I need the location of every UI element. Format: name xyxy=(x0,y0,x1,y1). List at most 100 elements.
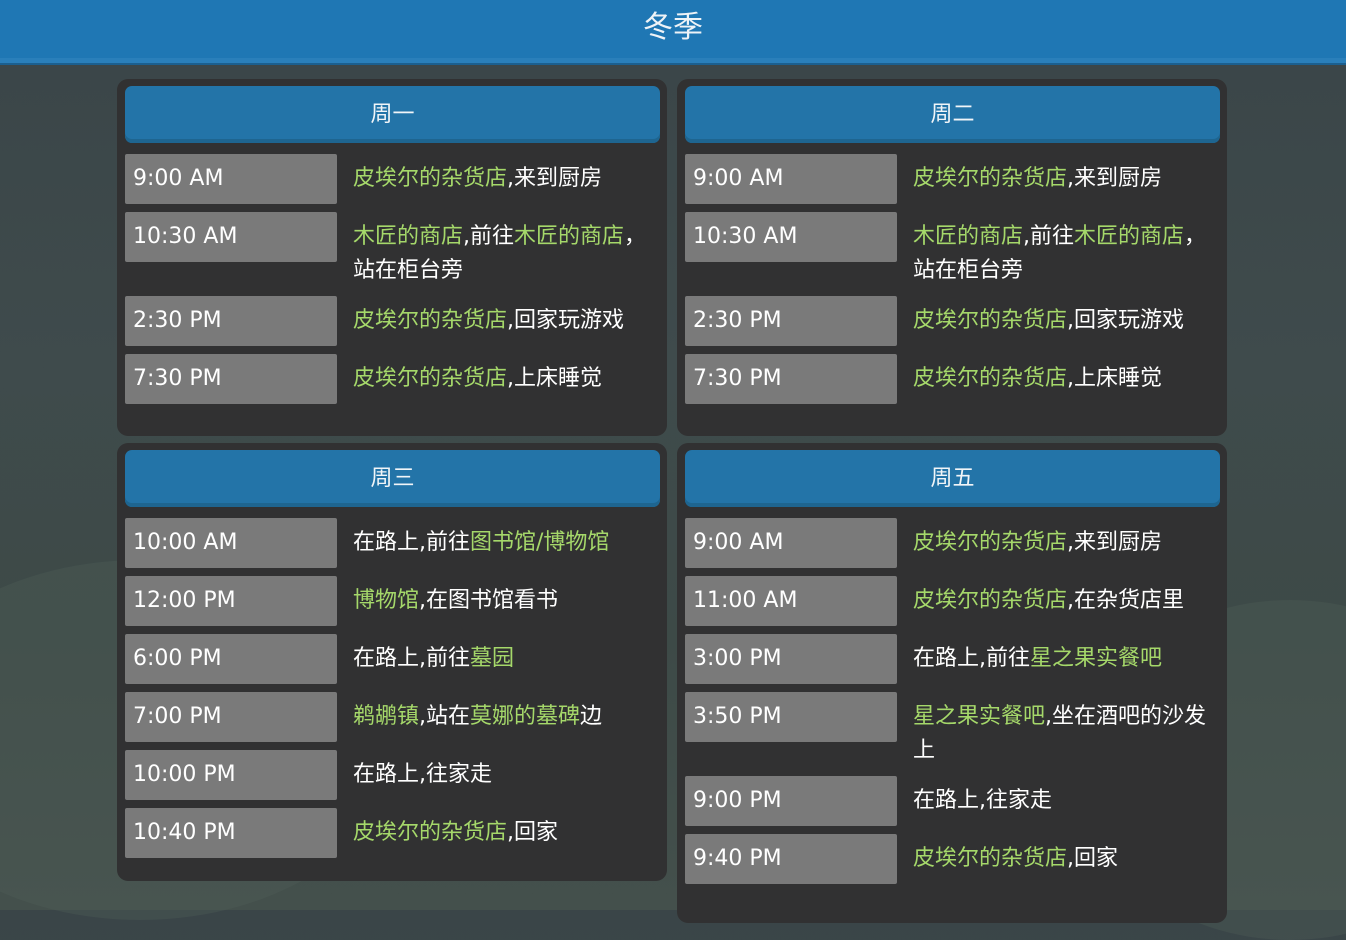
location-name: 皮埃尔的杂货店 xyxy=(353,308,508,333)
event-description: 博物馆,在图书馆看书 xyxy=(353,576,660,626)
event-text: ,站在 xyxy=(419,704,471,729)
day-header: 周五 xyxy=(685,450,1220,507)
time-label: 9:00 PM xyxy=(685,776,897,826)
location-name: 博物馆 xyxy=(353,588,420,613)
event-text: 在路上,往家走 xyxy=(353,762,492,787)
event-description: 皮埃尔的杂货店,回家玩游戏 xyxy=(913,296,1220,346)
event-description: 鹈鹕镇,站在莫娜的墓碑边 xyxy=(353,692,660,742)
event-text: ,上床睡觉 xyxy=(1067,366,1163,391)
schedule-row: 10:30 AM 木匠的商店,前往木匠的商店，站在柜台旁 xyxy=(685,212,1220,288)
location-name: 图书馆/博物馆 xyxy=(470,530,610,555)
schedule-row: 7:30 PM 皮埃尔的杂货店,上床睡觉 xyxy=(685,354,1220,404)
event-description: 皮埃尔的杂货店,来到厨房 xyxy=(913,518,1220,568)
time-label: 7:00 PM xyxy=(125,692,337,742)
event-text: 在路上,前往 xyxy=(353,646,470,671)
location-name: 皮埃尔的杂货店 xyxy=(353,366,508,391)
location-name: 木匠的商店 xyxy=(913,224,1024,249)
time-label: 7:30 PM xyxy=(125,354,337,404)
schedule-list: 9:00 AM 皮埃尔的杂货店,来到厨房 10:30 AM 木匠的商店,前往木匠的商店… xyxy=(685,154,1220,404)
event-text: ,来到厨房 xyxy=(1067,530,1163,555)
time-label: 2:30 PM xyxy=(685,296,897,346)
time-label: 10:30 AM xyxy=(685,212,897,262)
time-label: 3:00 PM xyxy=(685,634,897,684)
location-name: 鹈鹕镇 xyxy=(353,704,420,729)
schedule-row: 12:00 PM 博物馆,在图书馆看书 xyxy=(125,576,660,626)
season-title: 冬季 xyxy=(0,0,1346,63)
event-text: ,来到厨房 xyxy=(1067,166,1163,191)
location-name: 墓园 xyxy=(470,646,515,671)
location-name: 星之果实餐吧 xyxy=(1030,646,1163,671)
event-description: 皮埃尔的杂货店,在杂货店里 xyxy=(913,576,1220,626)
day-header: 周三 xyxy=(125,450,660,507)
event-description: 皮埃尔的杂货店,上床睡觉 xyxy=(353,354,660,404)
schedule-row: 10:00 PM 在路上,往家走 xyxy=(125,750,660,800)
event-text: ,前往 xyxy=(463,224,515,249)
location-name: 皮埃尔的杂货店 xyxy=(913,366,1068,391)
schedule-row: 9:40 PM 皮埃尔的杂货店,回家 xyxy=(685,834,1220,884)
time-label: 10:30 AM xyxy=(125,212,337,262)
schedule-row: 7:30 PM 皮埃尔的杂货店,上床睡觉 xyxy=(125,354,660,404)
day-header: 周二 xyxy=(685,86,1220,143)
location-name: 木匠的商店 xyxy=(1074,224,1185,249)
time-label: 10:00 AM xyxy=(125,518,337,568)
event-description: 木匠的商店,前往木匠的商店，站在柜台旁 xyxy=(353,212,660,288)
location-name: 皮埃尔的杂货店 xyxy=(913,530,1068,555)
schedule-row: 6:00 PM 在路上,前往墓园 xyxy=(125,634,660,684)
schedule-row: 2:30 PM 皮埃尔的杂货店,回家玩游戏 xyxy=(685,296,1220,346)
location-name: 木匠的商店 xyxy=(353,224,464,249)
time-label: 2:30 PM xyxy=(125,296,337,346)
event-description: 在路上,前往图书馆/博物馆 xyxy=(353,518,660,568)
schedule-row: 9:00 AM 皮埃尔的杂货店,来到厨房 xyxy=(125,154,660,204)
event-description: 在路上,前往星之果实餐吧 xyxy=(913,634,1220,684)
location-name: 皮埃尔的杂货店 xyxy=(913,846,1068,871)
time-label: 10:40 PM xyxy=(125,808,337,858)
day-header: 周一 xyxy=(125,86,660,143)
location-name: 皮埃尔的杂货店 xyxy=(913,166,1068,191)
event-description: 在路上,往家走 xyxy=(913,776,1220,826)
schedule-list: 10:00 AM 在路上,前往图书馆/博物馆 12:00 PM 博物馆,在图书馆看书 6… xyxy=(125,518,660,858)
day-card-monday: 周一 9:00 AM 皮埃尔的杂货店,来到厨房 10:30 AM 木匠的商店,前往木匠… xyxy=(117,79,667,436)
event-description: 木匠的商店,前往木匠的商店，站在柜台旁 xyxy=(913,212,1220,288)
event-text: 在路上,往家走 xyxy=(913,788,1052,813)
schedule-list: 9:00 AM 皮埃尔的杂货店,来到厨房 11:00 AM 皮埃尔的杂货店,在杂货店里… xyxy=(685,518,1220,884)
time-label: 9:00 AM xyxy=(685,518,897,568)
time-label: 9:00 AM xyxy=(125,154,337,204)
schedule-row: 3:00 PM 在路上,前往星之果实餐吧 xyxy=(685,634,1220,684)
time-label: 6:00 PM xyxy=(125,634,337,684)
time-label: 11:00 AM xyxy=(685,576,897,626)
event-description: 皮埃尔的杂货店,回家 xyxy=(353,808,660,858)
event-text: ,回家玩游戏 xyxy=(1067,308,1185,333)
day-card-tuesday: 周二 9:00 AM 皮埃尔的杂货店,来到厨房 10:30 AM 木匠的商店,前往木匠… xyxy=(677,79,1227,436)
event-description: 星之果实餐吧,坐在酒吧的沙发上 xyxy=(913,692,1220,768)
day-card-wednesday: 周三 10:00 AM 在路上,前往图书馆/博物馆 12:00 PM 博物馆,在图书馆… xyxy=(117,443,667,881)
event-text: ,回家玩游戏 xyxy=(507,308,625,333)
event-text: 在路上,前往 xyxy=(913,646,1030,671)
location-name: 木匠的商店 xyxy=(514,224,625,249)
schedule-row: 7:00 PM 鹈鹕镇,站在莫娜的墓碑边 xyxy=(125,692,660,742)
schedule-row: 10:30 AM 木匠的商店,前往木匠的商店，站在柜台旁 xyxy=(125,212,660,288)
event-text: ,回家 xyxy=(1067,846,1119,871)
schedule-row: 11:00 AM 皮埃尔的杂货店,在杂货店里 xyxy=(685,576,1220,626)
schedule-row: 10:40 PM 皮埃尔的杂货店,回家 xyxy=(125,808,660,858)
day-card-friday: 周五 9:00 AM 皮埃尔的杂货店,来到厨房 11:00 AM 皮埃尔的杂货店,在杂… xyxy=(677,443,1227,923)
event-text: ,回家 xyxy=(507,820,559,845)
event-description: 皮埃尔的杂货店,来到厨房 xyxy=(353,154,660,204)
time-label: 9:40 PM xyxy=(685,834,897,884)
event-text: ,在杂货店里 xyxy=(1067,588,1185,613)
location-name: 皮埃尔的杂货店 xyxy=(913,308,1068,333)
schedule-row: 9:00 AM 皮埃尔的杂货店,来到厨房 xyxy=(685,154,1220,204)
event-text: ,在图书馆看书 xyxy=(419,588,559,613)
location-name: 皮埃尔的杂货店 xyxy=(353,820,508,845)
schedule-list: 9:00 AM 皮埃尔的杂货店,来到厨房 10:30 AM 木匠的商店,前往木匠的商店… xyxy=(125,154,660,404)
time-label: 3:50 PM xyxy=(685,692,897,742)
location-name: 皮埃尔的杂货店 xyxy=(913,588,1068,613)
location-name: 星之果实餐吧 xyxy=(913,704,1046,729)
schedule-row: 9:00 AM 皮埃尔的杂货店,来到厨房 xyxy=(685,518,1220,568)
event-description: 皮埃尔的杂货店,上床睡觉 xyxy=(913,354,1220,404)
event-text: 在路上,前往 xyxy=(353,530,470,555)
event-text: ,前往 xyxy=(1023,224,1075,249)
event-description: 皮埃尔的杂货店,回家 xyxy=(913,834,1220,884)
schedule-row: 9:00 PM 在路上,往家走 xyxy=(685,776,1220,826)
time-label: 12:00 PM xyxy=(125,576,337,626)
event-text: ,来到厨房 xyxy=(507,166,603,191)
